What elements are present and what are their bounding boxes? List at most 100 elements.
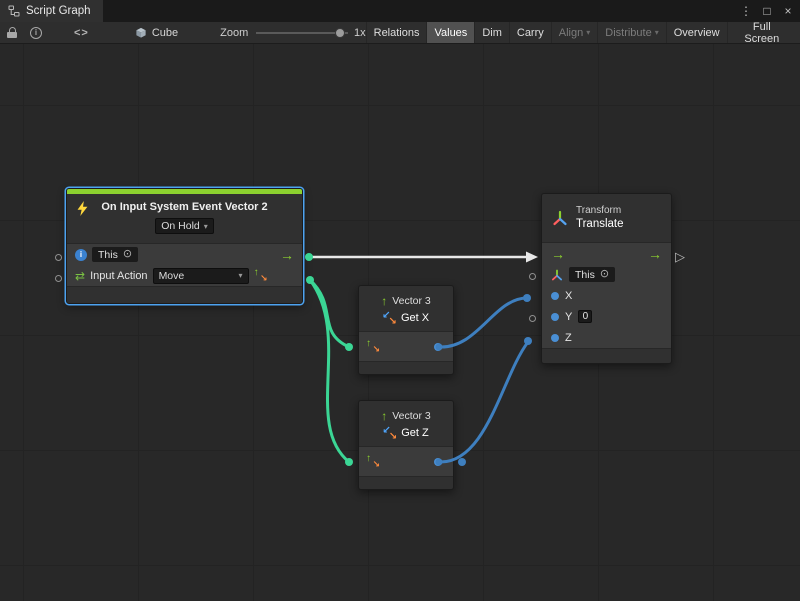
vector3-icon: ↑ [381, 410, 387, 422]
get-z-rows: ↑↘ [359, 446, 453, 477]
get-z-output-port[interactable] [434, 458, 442, 466]
get-x-output-port[interactable] [434, 343, 442, 351]
event-node-rows: i This ⊙ → ⇄ Input Action Move ▾ [67, 243, 302, 287]
transform-x-row: X [542, 285, 671, 306]
event-target-port[interactable] [55, 254, 62, 261]
align-label: Align [559, 27, 583, 39]
distribute-button[interactable]: Distribute ▾ [597, 22, 665, 43]
zoom-value: 1x [354, 27, 366, 39]
toolbar-button-group: Relations Values Dim Carry Align ▾ Distr… [366, 22, 796, 43]
target-object-label: Cube [152, 27, 178, 39]
transform-header[interactable]: Transform Translate [542, 194, 671, 242]
transform-y-port[interactable] [529, 315, 536, 322]
titlebar: Script Graph ⋮ □ × [0, 0, 800, 22]
get-component-icon: ↙↘ [383, 427, 396, 439]
zoom-slider-track[interactable] [256, 32, 348, 34]
input-action-icon: ⇄ [75, 270, 85, 282]
kebab-menu-icon[interactable]: ⋮ [737, 0, 755, 22]
node-on-input-system-event[interactable]: On Input System Event Vector 2 On Hold ▾… [66, 188, 303, 304]
full-screen-button[interactable]: Full Screen [727, 22, 796, 43]
get-x-category: Vector 3 [392, 295, 431, 307]
get-z-header[interactable]: ↑ Vector 3 ↙↘ Get Z [359, 401, 453, 446]
y-input-port[interactable] [551, 313, 559, 321]
zoom-slider[interactable] [256, 22, 348, 43]
zoom-label: Zoom [220, 27, 248, 39]
object-picker-icon[interactable]: ⊙ [123, 249, 132, 260]
graph-target-object[interactable]: Cube [135, 27, 178, 39]
get-x-header[interactable]: ↑ Vector 3 ↙↘ Get X [359, 286, 453, 331]
chevron-down-icon: ▾ [586, 28, 590, 37]
this-label: This [575, 269, 595, 281]
chevron-down-icon: ▾ [655, 28, 659, 37]
lock-icon[interactable] [7, 27, 17, 38]
get-z-title: Get Z [401, 427, 429, 439]
node-get-x[interactable]: ↑ Vector 3 ↙↘ Get X ↑↘ [358, 285, 454, 375]
y-port-label: Y [565, 311, 572, 323]
y-value-field[interactable]: 0 [578, 310, 592, 323]
get-component-icon: ↙↘ [383, 312, 396, 324]
code-view-icon[interactable]: <> [74, 27, 89, 39]
info-icon: i [75, 249, 87, 261]
dim-button[interactable]: Dim [474, 22, 509, 43]
get-x-title: Get X [401, 312, 429, 324]
info-icon[interactable]: i [30, 27, 42, 39]
event-mode-value: On Hold [161, 220, 200, 232]
graph-toolbar: i <> Cube Zoom 1x Relations Values Dim C… [0, 22, 800, 44]
vector2-output-port-icon[interactable]: ↑↘ [254, 269, 267, 282]
zoom-slider-handle[interactable] [335, 28, 345, 38]
carry-button[interactable]: Carry [509, 22, 551, 43]
get-x-rows: ↑↘ [359, 331, 453, 362]
transform-icon [552, 210, 568, 226]
this-label: This [98, 249, 118, 261]
vector3-input-port-icon[interactable]: ↑↘ [366, 455, 379, 468]
x-port-label: X [565, 290, 572, 302]
z-input-port[interactable] [551, 334, 559, 342]
input-action-value: Move [159, 270, 185, 282]
align-button[interactable]: Align ▾ [551, 22, 597, 43]
node-get-z[interactable]: ↑ Vector 3 ↙↘ Get Z ↑↘ [358, 400, 454, 490]
get-x-footer [359, 362, 453, 374]
values-button[interactable]: Values [426, 22, 474, 43]
close-icon[interactable]: × [779, 0, 797, 22]
axis-icon [551, 269, 563, 281]
transform-title: Translate [576, 217, 624, 232]
transform-y-row: Y 0 [542, 306, 671, 327]
event-node-header[interactable]: On Input System Event Vector 2 On Hold ▾ [67, 194, 302, 243]
event-mode-wrap: On Hold ▾ [75, 218, 294, 234]
object-picker-icon[interactable]: ⊙ [600, 269, 609, 280]
overview-button[interactable]: Overview [666, 22, 727, 43]
this-object-field[interactable]: This ⊙ [92, 247, 138, 262]
transform-category: Transform [576, 204, 624, 217]
transform-footer [542, 349, 671, 363]
input-action-label: Input Action [90, 270, 148, 282]
transform-titles: Transform Translate [576, 204, 624, 232]
x-input-port[interactable] [551, 292, 559, 300]
node-transform-translate[interactable]: Transform Translate → → T [541, 193, 672, 364]
transform-rows: → → This ⊙ X [542, 242, 671, 349]
graph-canvas[interactable]: On Input System Event Vector 2 On Hold ▾… [0, 44, 800, 601]
input-action-dropdown[interactable]: Move ▾ [153, 268, 249, 284]
z-port-label: Z [565, 332, 572, 344]
get-z-category: Vector 3 [392, 410, 431, 422]
event-mode-dropdown[interactable]: On Hold ▾ [155, 218, 214, 234]
chevron-down-icon: ▾ [239, 271, 243, 280]
chevron-down-icon: ▾ [204, 222, 208, 231]
relations-button[interactable]: Relations [366, 22, 427, 43]
event-this-row: i This ⊙ → [67, 244, 302, 265]
event-input-action-port[interactable] [55, 275, 62, 282]
distribute-label: Distribute [605, 27, 651, 39]
transform-this-row: This ⊙ [542, 264, 671, 285]
flow-output-arrow-icon[interactable]: → [648, 247, 662, 261]
vector3-icon: ↑ [381, 295, 387, 307]
vector3-input-port-icon[interactable]: ↑↘ [366, 340, 379, 353]
flow-input-arrow-icon[interactable]: → [551, 247, 565, 261]
transform-z-row: Z [542, 327, 671, 348]
get-z-footer [359, 477, 453, 489]
maximize-icon[interactable]: □ [758, 0, 776, 22]
this-object-field[interactable]: This ⊙ [569, 267, 615, 282]
flow-output-arrow-icon[interactable]: → [280, 248, 294, 262]
tab-script-graph[interactable]: Script Graph [0, 0, 103, 22]
event-input-action-row: ⇄ Input Action Move ▾ ↑↘ [67, 265, 302, 286]
transform-target-port[interactable] [529, 273, 536, 280]
tab-label: Script Graph [26, 5, 91, 17]
